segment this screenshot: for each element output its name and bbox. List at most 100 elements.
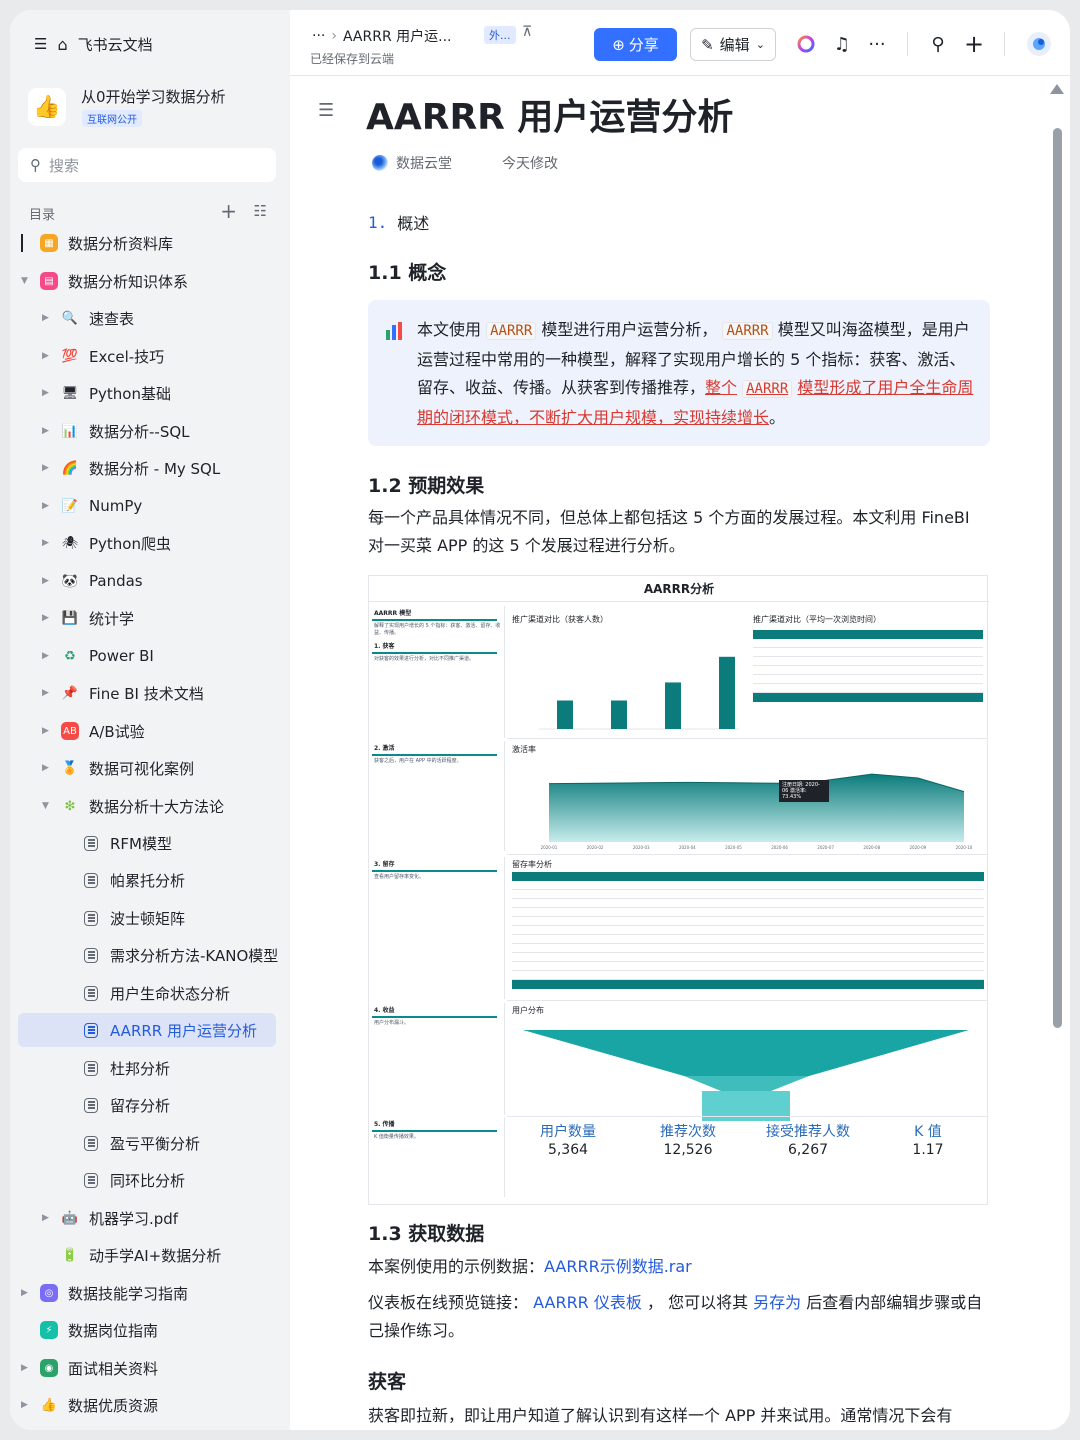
sidebar-item-32[interactable]: ▶ 👍 数据优质资源 — [18, 1388, 276, 1422]
sidebar-item-14[interactable]: ▶ AB A/B试验 — [18, 714, 276, 748]
share-button[interactable]: ⊕ 分享 — [594, 28, 677, 61]
search-input[interactable]: ⚲ 搜索 — [18, 148, 276, 182]
note-heading: 4. 收益 — [372, 1003, 497, 1018]
expand-right-icon[interactable]: ▶ — [21, 1363, 28, 1373]
sidebar-item-31[interactable]: ▶ ◉ 面试相关资料 — [18, 1351, 276, 1385]
sidebar-item-19[interactable]: 波士顿矩阵 — [18, 901, 276, 935]
sidebar-item-label: 留存分析 — [110, 1096, 171, 1115]
sidebar-item-25[interactable]: 盈亏平衡分析 — [18, 1126, 276, 1160]
heading-acquisition: 获客 — [368, 1371, 407, 1393]
expand-right-icon[interactable]: ▶ — [42, 538, 49, 548]
sidebar-item-27[interactable]: ▶ 🤖 机器学习.pdf — [18, 1201, 276, 1235]
sidebar-item-13[interactable]: ▶ 📌 Fine BI 技术文档 — [18, 676, 276, 710]
plus-icon[interactable]: + — [960, 30, 988, 58]
expand-right-icon[interactable]: ▶ — [42, 651, 49, 661]
sidebar-item-9[interactable]: ▶ 🕷 Python爬虫 — [18, 526, 276, 560]
note-text: 用户分布漏斗。 — [374, 1020, 410, 1026]
add-icon[interactable]: + — [220, 199, 237, 223]
ai-assistant-icon[interactable] — [792, 30, 820, 58]
list-view-icon[interactable]: ☷ — [254, 202, 267, 220]
sidebar-item-24[interactable]: 留存分析 — [18, 1088, 276, 1122]
author[interactable]: 数据云堂 — [372, 153, 452, 173]
inline-code-3: AARRR — [742, 380, 793, 398]
sidebar-item-7[interactable]: ▶ 🌈 数据分析 - My SQL — [18, 451, 276, 485]
home-icon[interactable]: ⌂ — [57, 35, 67, 54]
expand-right-icon[interactable]: ▶ — [42, 726, 49, 736]
table-footer — [512, 980, 984, 989]
sidebar-item-6[interactable]: ▶ 📊 数据分析--SQL — [18, 414, 276, 448]
sidebar-item-1[interactable]: ▦ 数据分析资料库 — [18, 226, 276, 260]
edit-button[interactable]: ✎ 编辑 ⌄ — [690, 28, 776, 61]
expand-right-icon[interactable]: ▶ — [42, 351, 49, 361]
floppy-icon: 💾 — [61, 610, 79, 626]
expand-right-icon[interactable]: ▶ — [42, 576, 49, 586]
sidebar-item-21[interactable]: 用户生命状态分析 — [18, 976, 276, 1010]
search-icon[interactable]: ⚲ — [924, 30, 952, 58]
sidebar-item-12[interactable]: ▶ ♻ Power BI — [18, 639, 276, 673]
expand-down-icon[interactable]: ▼ — [21, 276, 28, 286]
sidebar-item-10[interactable]: ▶ 🐼 Pandas — [18, 564, 276, 598]
sidebar-item-15[interactable]: ▶ 🏅 数据可视化案例 — [18, 751, 276, 785]
expand-right-icon[interactable]: ▶ — [42, 1213, 49, 1223]
breadcrumb-more[interactable]: ··· — [312, 28, 325, 44]
expand-right-icon[interactable]: ▶ — [42, 463, 49, 473]
sidebar-item-8[interactable]: ▶ 📝 NumPy — [18, 489, 276, 523]
expand-right-icon[interactable]: ▶ — [42, 688, 49, 698]
workspace-header[interactable]: 👍 从0开始学习数据分析 互联网公开 — [28, 84, 268, 134]
note-text: 对获客的效果进行分析，对比不同推广渠道。 — [374, 656, 475, 662]
sidebar-item-23[interactable]: 杜邦分析 — [18, 1051, 276, 1085]
breadcrumb-doc[interactable]: AARRR 用户运... — [343, 26, 452, 46]
dashboard-link[interactable]: AARRR 仪表板 — [533, 1293, 642, 1312]
sidebar-item-16[interactable]: ▼ ❇ 数据分析十大方法论 — [18, 789, 276, 823]
sidebar-item-label: Pandas — [89, 572, 143, 590]
expand-right-icon[interactable]: ▶ — [42, 763, 49, 773]
sidebar-item-30[interactable]: ⚡ 数据岗位指南 — [18, 1313, 276, 1347]
sidebar-item-26[interactable]: 同环比分析 — [18, 1163, 276, 1197]
expand-down-icon[interactable]: ▼ — [42, 801, 49, 811]
expand-right-icon[interactable]: ▶ — [21, 1400, 28, 1410]
more-icon[interactable]: ··· — [863, 30, 891, 58]
collapse-sidebar-icon[interactable]: ☰ — [34, 35, 47, 53]
sidebar-item-2[interactable]: ▼ ▤ 数据分析知识体系 — [18, 264, 276, 298]
sidebar-item-18[interactable]: 帕累托分析 — [18, 863, 276, 897]
bar-chart-icon — [385, 322, 405, 345]
app-name[interactable]: 飞书云文档 — [78, 34, 153, 55]
sidebar-item-28[interactable]: 🔋 动手学AI+数据分析 — [18, 1238, 276, 1272]
sidebar-item-11[interactable]: ▶ 💾 统计学 — [18, 601, 276, 635]
skill-icon: ◎ — [40, 1284, 58, 1302]
expand-right-icon[interactable]: ▶ — [42, 313, 49, 323]
heading-concept: 1.1 概念 — [368, 262, 447, 284]
expand-right-icon[interactable]: ▶ — [42, 388, 49, 398]
expand-right-icon[interactable]: ▶ — [21, 1288, 28, 1298]
kpi-value: 12,526 — [663, 1142, 713, 1158]
scroll-up-arrow-icon[interactable] — [1050, 84, 1064, 94]
sidebar-item-4[interactable]: ▶ 💯 Excel-技巧 — [18, 339, 276, 373]
outline-toggle-icon[interactable]: ☰ — [318, 100, 334, 121]
sidebar-item-17[interactable]: RFM模型 — [18, 826, 276, 860]
workspace-logo-icon: 👍 — [28, 88, 66, 126]
bar-c3 — [665, 682, 681, 729]
sidebar-item-22[interactable]: AARRR 用户运营分析 — [18, 1013, 276, 1047]
sidebar-item-5[interactable]: ▶ 🖥 Python基础 — [18, 376, 276, 410]
sidebar-item-label: 用户生命状态分析 — [110, 984, 231, 1003]
toc-item-overview[interactable]: 1. 概述 — [368, 210, 429, 234]
expand-right-icon[interactable]: ▶ — [42, 501, 49, 511]
table-row — [753, 666, 983, 675]
sidebar-item-29[interactable]: ▶ ◎ 数据技能学习指南 — [18, 1276, 276, 1310]
kpi-label: 用户数量 — [540, 1124, 596, 1140]
expand-right-icon[interactable]: ▶ — [42, 426, 49, 436]
pin-icon[interactable]: ⊼ — [522, 24, 532, 40]
bell-icon[interactable]: ♫ — [828, 30, 856, 58]
sidebar-item-3[interactable]: ▶ 🔍 速查表 — [18, 301, 276, 335]
page-title: AARRR 用户运营分析 — [366, 97, 734, 138]
dashboard-note-panel: AARRR 模型 解释了实现用户增长的 5 个指标：获客、激活、留存、收益、传播。… — [372, 606, 505, 738]
dashboard-image[interactable]: AARRR分析 AARRR 模型 解释了实现用户增长的 5 个指标：获客、激活、留… — [368, 575, 989, 1205]
scrollbar[interactable] — [1053, 128, 1062, 1028]
expand-right-icon[interactable]: ▶ — [42, 613, 49, 623]
activation-x-tick: 2020-07 — [817, 845, 834, 850]
sample-data-link[interactable]: AARRR示例数据.rar — [544, 1257, 692, 1276]
avatar[interactable] — [1025, 30, 1053, 58]
sidebar-item-20[interactable]: 需求分析方法-KANO模型 — [18, 938, 278, 972]
save-as-link[interactable]: 另存为 — [753, 1293, 801, 1312]
thumb-icon: 👍 — [40, 1397, 58, 1413]
